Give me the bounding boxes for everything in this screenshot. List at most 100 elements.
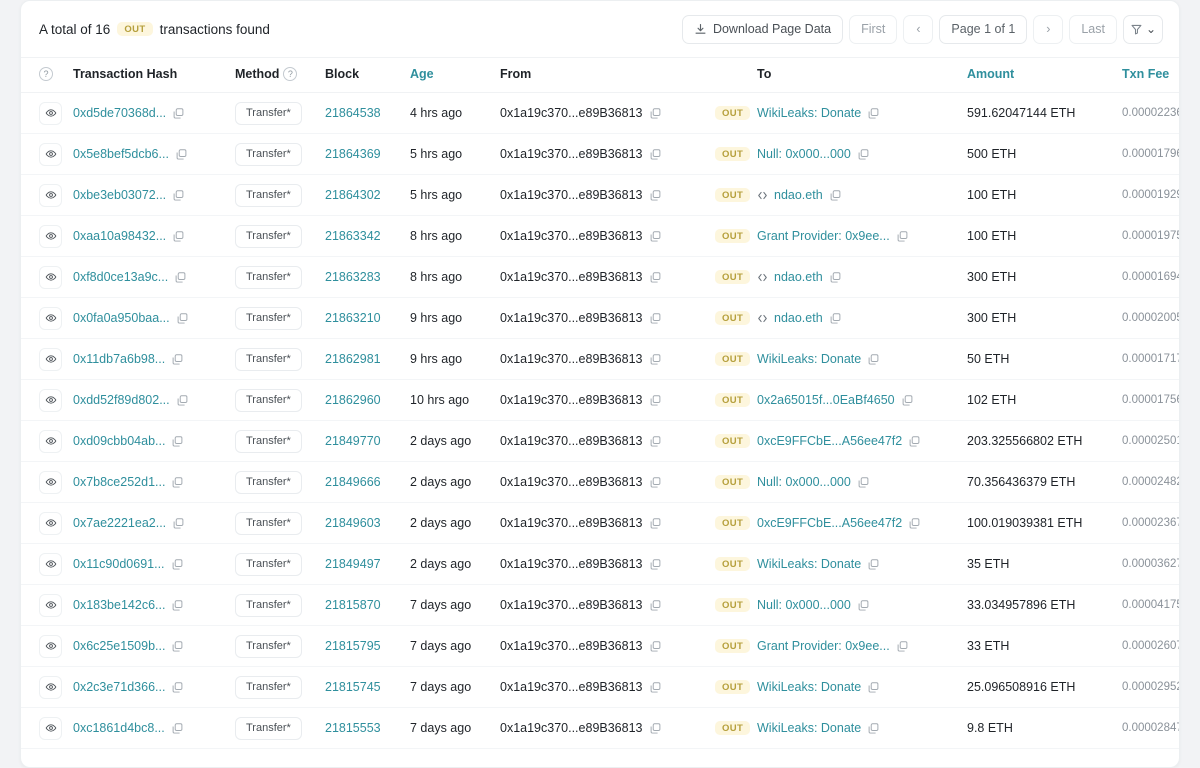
copy-hash-icon[interactable]: [171, 722, 184, 735]
to-link[interactable]: Null: 0x000...000: [757, 475, 851, 489]
copy-hash-icon[interactable]: [171, 640, 184, 653]
transaction-hash-link[interactable]: 0x0fa0a950baa...: [73, 311, 170, 325]
preview-eye-button[interactable]: [39, 389, 62, 412]
method-badge[interactable]: Transfer*: [235, 553, 302, 576]
copy-hash-icon[interactable]: [172, 107, 185, 120]
method-badge[interactable]: Transfer*: [235, 471, 302, 494]
method-help-icon[interactable]: ?: [283, 67, 297, 81]
copy-from-icon[interactable]: [649, 517, 662, 530]
copy-hash-icon[interactable]: [171, 435, 184, 448]
to-link[interactable]: WikiLeaks: Donate: [757, 680, 861, 694]
copy-hash-icon[interactable]: [171, 599, 184, 612]
block-link[interactable]: 21849770: [325, 434, 381, 448]
to-link[interactable]: ndao.eth: [774, 188, 823, 202]
pagination-last-button[interactable]: Last: [1069, 15, 1117, 44]
to-link[interactable]: Null: 0x000...000: [757, 598, 851, 612]
copy-hash-icon[interactable]: [172, 189, 185, 202]
transaction-hash-link[interactable]: 0xbe3eb03072...: [73, 188, 166, 202]
copy-from-icon[interactable]: [649, 476, 662, 489]
transaction-hash-link[interactable]: 0x11db7a6b98...: [73, 352, 165, 366]
copy-from-icon[interactable]: [649, 640, 662, 653]
transaction-hash-link[interactable]: 0x5e8bef5dcb6...: [73, 147, 169, 161]
to-link[interactable]: WikiLeaks: Donate: [757, 721, 861, 735]
preview-eye-button[interactable]: [39, 266, 62, 289]
method-badge[interactable]: Transfer*: [235, 266, 302, 289]
method-badge[interactable]: Transfer*: [235, 102, 302, 125]
preview-eye-button[interactable]: [39, 430, 62, 453]
download-page-data-button[interactable]: Download Page Data: [682, 15, 843, 44]
copy-hash-icon[interactable]: [176, 312, 189, 325]
copy-hash-icon[interactable]: [171, 681, 184, 694]
transaction-hash-link[interactable]: 0xc1861d4bc8...: [73, 721, 165, 735]
pagination-page-indicator[interactable]: Page 1 of 1: [939, 15, 1027, 44]
copy-to-icon[interactable]: [901, 394, 914, 407]
block-link[interactable]: 21864302: [325, 188, 381, 202]
preview-eye-button[interactable]: [39, 225, 62, 248]
method-badge[interactable]: Transfer*: [235, 430, 302, 453]
method-badge[interactable]: Transfer*: [235, 143, 302, 166]
pagination-prev-button[interactable]: ‹: [903, 15, 933, 44]
copy-to-icon[interactable]: [908, 517, 921, 530]
copy-to-icon[interactable]: [829, 271, 842, 284]
copy-hash-icon[interactable]: [176, 394, 189, 407]
to-link[interactable]: Grant Provider: 0x9ee...: [757, 639, 890, 653]
copy-from-icon[interactable]: [649, 107, 662, 120]
method-badge[interactable]: Transfer*: [235, 512, 302, 535]
transaction-hash-link[interactable]: 0x6c25e1509b...: [73, 639, 165, 653]
transaction-hash-link[interactable]: 0xd09cbb04ab...: [73, 434, 165, 448]
transaction-hash-link[interactable]: 0x7ae2221ea2...: [73, 516, 166, 530]
preview-eye-button[interactable]: [39, 184, 62, 207]
method-badge[interactable]: Transfer*: [235, 307, 302, 330]
to-link[interactable]: Grant Provider: 0x9ee...: [757, 229, 890, 243]
to-link[interactable]: WikiLeaks: Donate: [757, 557, 861, 571]
transaction-hash-link[interactable]: 0xaa10a98432...: [73, 229, 166, 243]
method-badge[interactable]: Transfer*: [235, 389, 302, 412]
block-link[interactable]: 21862981: [325, 352, 381, 366]
copy-from-icon[interactable]: [649, 271, 662, 284]
copy-hash-icon[interactable]: [175, 148, 188, 161]
copy-to-icon[interactable]: [857, 476, 870, 489]
copy-to-icon[interactable]: [857, 148, 870, 161]
copy-from-icon[interactable]: [649, 148, 662, 161]
block-link[interactable]: 21815795: [325, 639, 381, 653]
block-link[interactable]: 21863342: [325, 229, 381, 243]
copy-from-icon[interactable]: [649, 722, 662, 735]
to-link[interactable]: ndao.eth: [774, 311, 823, 325]
to-link[interactable]: 0xcE9FFCbE...A56ee47f2: [757, 434, 902, 448]
preview-eye-button[interactable]: [39, 471, 62, 494]
copy-from-icon[interactable]: [649, 312, 662, 325]
transaction-hash-link[interactable]: 0xd5de70368d...: [73, 106, 166, 120]
to-link[interactable]: WikiLeaks: Donate: [757, 352, 861, 366]
block-link[interactable]: 21815553: [325, 721, 381, 735]
block-link[interactable]: 21862960: [325, 393, 381, 407]
transaction-hash-link[interactable]: 0xdd52f89d802...: [73, 393, 170, 407]
preview-eye-button[interactable]: [39, 512, 62, 535]
method-badge[interactable]: Transfer*: [235, 225, 302, 248]
copy-hash-icon[interactable]: [174, 271, 187, 284]
copy-to-icon[interactable]: [829, 189, 842, 202]
copy-from-icon[interactable]: [649, 394, 662, 407]
method-badge[interactable]: Transfer*: [235, 184, 302, 207]
to-link[interactable]: ndao.eth: [774, 270, 823, 284]
copy-hash-icon[interactable]: [172, 230, 185, 243]
transaction-hash-link[interactable]: 0xf8d0ce13a9c...: [73, 270, 168, 284]
copy-hash-icon[interactable]: [171, 558, 184, 571]
block-link[interactable]: 21849666: [325, 475, 381, 489]
copy-hash-icon[interactable]: [171, 353, 184, 366]
to-link[interactable]: Null: 0x000...000: [757, 147, 851, 161]
transaction-hash-link[interactable]: 0x2c3e71d366...: [73, 680, 165, 694]
transaction-hash-link[interactable]: 0x7b8ce252d1...: [73, 475, 165, 489]
preview-eye-button[interactable]: [39, 307, 62, 330]
block-link[interactable]: 21863283: [325, 270, 381, 284]
copy-to-icon[interactable]: [867, 558, 880, 571]
copy-to-icon[interactable]: [857, 599, 870, 612]
block-link[interactable]: 21864369: [325, 147, 381, 161]
to-link[interactable]: 0x2a65015f...0EaBf4650: [757, 393, 895, 407]
method-badge[interactable]: Transfer*: [235, 594, 302, 617]
preview-eye-button[interactable]: [39, 717, 62, 740]
column-header-amount[interactable]: Amount: [967, 58, 1122, 93]
filter-button[interactable]: ⌄: [1123, 15, 1163, 44]
copy-to-icon[interactable]: [896, 230, 909, 243]
pagination-next-button[interactable]: ›: [1033, 15, 1063, 44]
copy-from-icon[interactable]: [649, 435, 662, 448]
